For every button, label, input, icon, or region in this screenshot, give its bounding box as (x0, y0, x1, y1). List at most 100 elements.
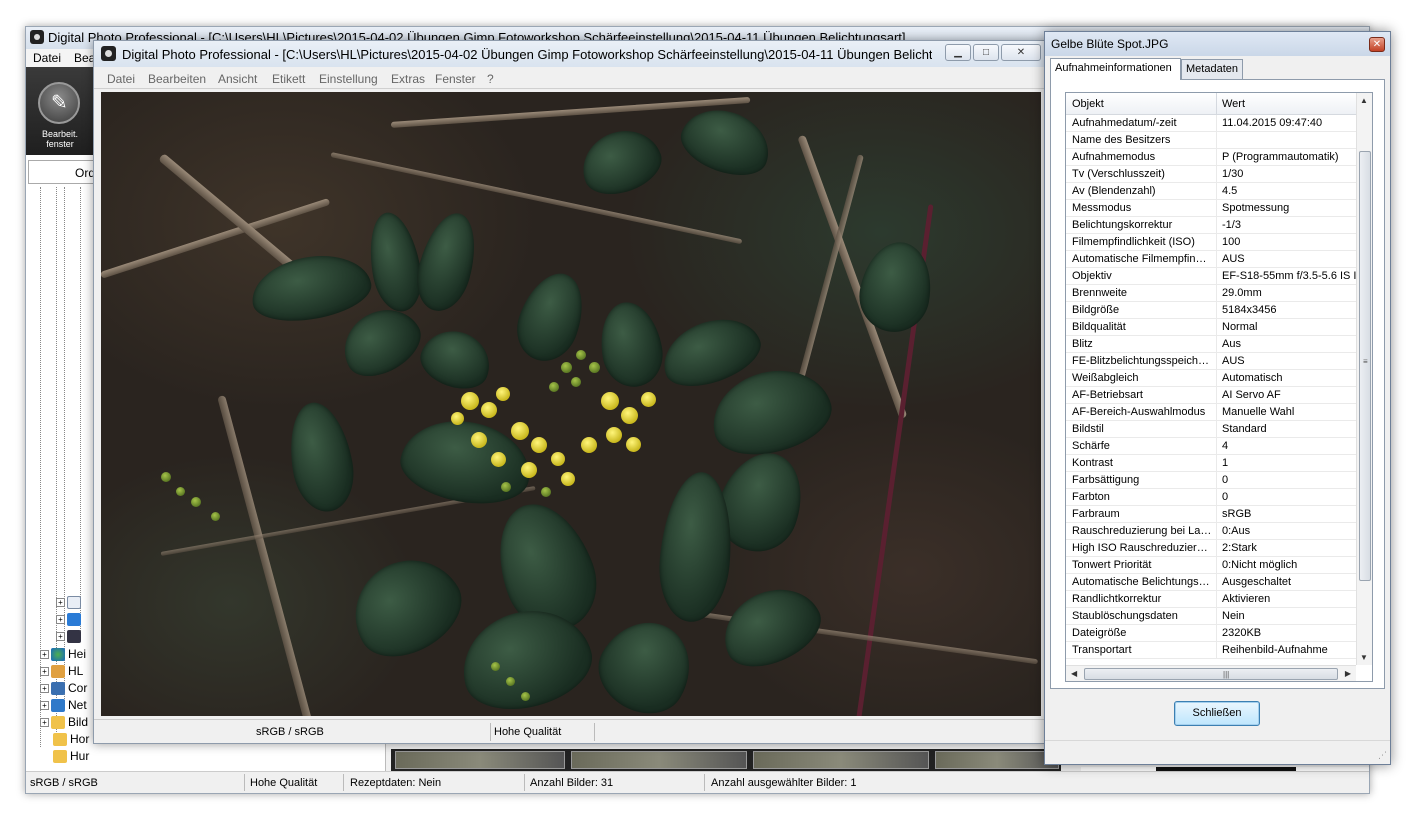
tree-item-pictures[interactable]: + Bild (40, 715, 88, 732)
status-image-count: Anzahl Bilder: 31 (530, 777, 614, 789)
table-row[interactable]: Dateigröße 2320KB (1066, 625, 1356, 642)
tree-item-user[interactable]: + HL (40, 664, 83, 681)
tree-item-homegroup[interactable]: + Hei (40, 647, 86, 664)
row-key: Name des Besitzers (1072, 134, 1171, 146)
table-row[interactable]: Bildgröße 5184x3456 (1066, 302, 1356, 319)
status-recipe: Rezeptdaten: Nein (350, 777, 442, 789)
tree-item-folder[interactable]: Hur (53, 749, 89, 766)
status-quality: Hohe Qualität (250, 777, 318, 789)
tree-item-music[interactable]: + (56, 612, 84, 629)
scroll-left-icon[interactable]: ◀ (1071, 669, 1077, 678)
thumbnail[interactable] (935, 751, 1059, 769)
expand-icon[interactable]: + (40, 650, 49, 660)
table-row[interactable]: Farbton 0 (1066, 489, 1356, 506)
thumbnail[interactable] (753, 751, 929, 769)
table-row[interactable]: Bildstil Standard (1066, 421, 1356, 438)
table-row[interactable]: Bildqualität Normal (1066, 319, 1356, 336)
close-icon[interactable]: ✕ (1369, 37, 1385, 52)
table-row[interactable]: Automatische Belichtungso... Ausgeschalte… (1066, 574, 1356, 591)
menu-etikett[interactable]: Etikett (272, 72, 305, 86)
app-icon (30, 30, 44, 44)
table-row[interactable]: FE-Blitzbelichtungsspeicher... AUS (1066, 353, 1356, 370)
thumbnail[interactable] (395, 751, 565, 769)
menu-datei[interactable]: Datei (107, 72, 135, 86)
table-row[interactable]: Automatische Filmempfindli... AUS (1066, 251, 1356, 268)
table-row[interactable]: Rauschreduzierung bei Lan... 0:Aus (1066, 523, 1356, 540)
table-row[interactable]: Tonwert Priorität 0:Nicht möglich (1066, 557, 1356, 574)
expand-icon[interactable]: + (56, 598, 65, 608)
row-key: Aufnahmedatum/-zeit (1072, 117, 1177, 129)
menu-fenster[interactable]: Fenster (435, 72, 476, 86)
menu-help[interactable]: ? (487, 72, 494, 86)
tree-label: Hur (70, 749, 90, 763)
maximize-button[interactable]: □ (973, 44, 999, 61)
row-value: 2320KB (1222, 627, 1262, 639)
tree-item-folder[interactable]: Hor (53, 732, 89, 749)
tree-item-network[interactable]: + Net (40, 698, 87, 715)
resize-grip-icon[interactable]: ⋰ (1378, 750, 1387, 761)
column-header-wert[interactable]: Wert (1222, 98, 1245, 110)
tab-aufnahmeinformationen[interactable]: Aufnahmeinformationen (1050, 58, 1181, 80)
table-row[interactable]: Belichtungskorrektur -1/3 (1066, 217, 1356, 234)
table-row[interactable]: Aufnahmemodus P (Programmautomatik) (1066, 149, 1356, 166)
expand-icon[interactable]: + (40, 684, 49, 694)
tab-metadaten[interactable]: Metadaten (1181, 59, 1243, 79)
table-row[interactable]: Av (Blendenzahl) 4.5 (1066, 183, 1356, 200)
close-window-button[interactable]: ✕ (1001, 44, 1041, 61)
expand-icon[interactable]: + (56, 615, 65, 625)
table-row[interactable]: Blitz Aus (1066, 336, 1356, 353)
grid-vscrollbar[interactable]: ▲ ≡ ▼ (1356, 93, 1372, 665)
scrollbar-thumb[interactable]: ≡ (1359, 151, 1371, 581)
table-row[interactable]: AF-Bereich-Auswahlmodus Manuelle Wahl (1066, 404, 1356, 421)
menu-ansicht[interactable]: Ansicht (218, 72, 257, 86)
table-row[interactable]: Name des Besitzers (1066, 132, 1356, 149)
menu-einstellung[interactable]: Einstellung (319, 72, 378, 86)
grid-hscrollbar[interactable]: ◀ ||| ▶ (1066, 665, 1356, 681)
scroll-right-icon[interactable]: ▶ (1345, 669, 1351, 678)
column-header-objekt[interactable]: Objekt (1072, 98, 1104, 110)
table-row[interactable]: Brennweite 29.0mm (1066, 285, 1356, 302)
tree-item-video[interactable]: + (56, 629, 84, 646)
row-key: Farbraum (1072, 508, 1120, 520)
info-dialog: Gelbe Blüte Spot.JPG ✕ Aufnahmeinformati… (1044, 31, 1391, 765)
table-row[interactable]: Randlichtkorrektur Aktivieren (1066, 591, 1356, 608)
table-row[interactable]: Objektiv EF-S18-55mm f/3.5-5.6 IS I (1066, 268, 1356, 285)
table-row[interactable]: Filmempfindlichkeit (ISO) 100 (1066, 234, 1356, 251)
table-row[interactable]: Weißabgleich Automatisch (1066, 370, 1356, 387)
row-value: Aus (1222, 338, 1241, 350)
table-row[interactable]: Farbraum sRGB (1066, 506, 1356, 523)
menu-bearbeiten[interactable]: Bearbeiten (148, 72, 206, 86)
scroll-up-icon[interactable]: ▲ (1360, 96, 1368, 105)
tree-item-document[interactable]: + (56, 595, 84, 612)
table-row[interactable]: Schärfe 4 (1066, 438, 1356, 455)
row-value: EF-S18-55mm f/3.5-5.6 IS I (1222, 270, 1356, 282)
expand-icon[interactable]: + (40, 667, 49, 677)
close-button[interactable]: Schließen (1174, 701, 1260, 726)
table-row[interactable]: Transportart Reihenbild-Aufnahme (1066, 642, 1356, 659)
scroll-down-icon[interactable]: ▼ (1360, 653, 1368, 662)
table-row[interactable]: Kontrast 1 (1066, 455, 1356, 472)
thumbnail[interactable] (571, 751, 747, 769)
expand-icon[interactable]: + (40, 701, 49, 711)
row-value: 0:Nicht möglich (1222, 559, 1298, 571)
expand-icon[interactable]: + (40, 718, 49, 728)
main-menu-datei[interactable]: Datei (33, 51, 61, 65)
table-row[interactable]: Staublöschungsdaten Nein (1066, 608, 1356, 625)
row-value: AI Servo AF (1222, 389, 1281, 401)
table-row[interactable]: High ISO Rauschreduzierung 2:Stark (1066, 540, 1356, 557)
row-key: Schärfe (1072, 440, 1110, 452)
table-row[interactable]: Aufnahmedatum/-zeit 11.04.2015 09:47:40 (1066, 115, 1356, 132)
table-row[interactable]: Messmodus Spotmessung (1066, 200, 1356, 217)
table-row[interactable]: Farbsättigung 0 (1066, 472, 1356, 489)
row-key: Farbton (1072, 491, 1110, 503)
expand-icon[interactable]: + (56, 632, 65, 642)
scrollbar-thumb[interactable]: ||| (1084, 668, 1338, 680)
table-row[interactable]: Tv (Verschlusszeit) 1/30 (1066, 166, 1356, 183)
minimize-button[interactable]: ▁ (945, 44, 971, 61)
tree-item-computer[interactable]: + Cor (40, 681, 87, 698)
photo-preview[interactable] (101, 92, 1041, 716)
menu-extras[interactable]: Extras (391, 72, 425, 86)
table-row[interactable]: AF-Betriebsart AI Servo AF (1066, 387, 1356, 404)
row-key: Bildgröße (1072, 304, 1120, 316)
edit-window-button[interactable] (38, 82, 80, 124)
